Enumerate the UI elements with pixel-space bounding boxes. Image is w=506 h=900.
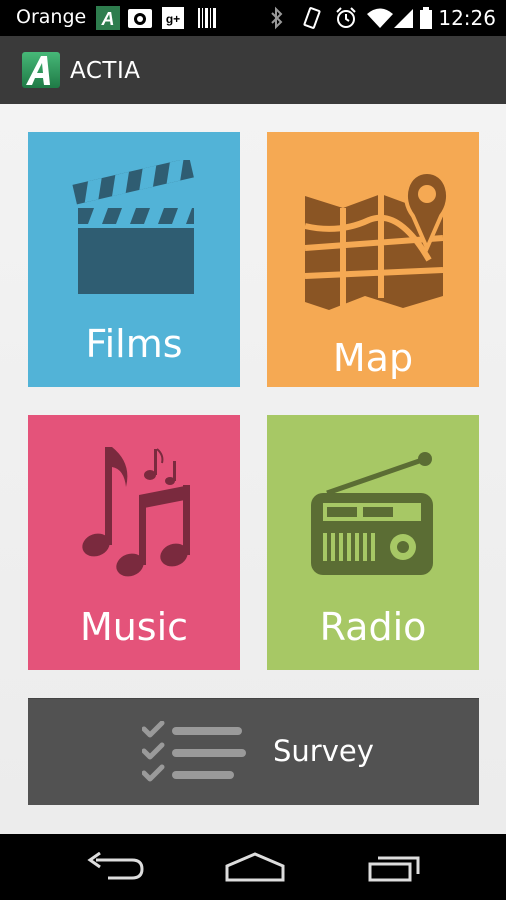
films-label: Films xyxy=(85,322,183,366)
radio-tile[interactable]: Radio xyxy=(267,415,479,670)
battery-icon xyxy=(420,7,432,29)
actia-notification-icon: A xyxy=(96,6,120,30)
music-tile[interactable]: Music xyxy=(28,415,240,670)
radio-icon xyxy=(311,452,433,575)
home-button[interactable] xyxy=(203,834,303,900)
survey-label: Survey xyxy=(273,734,374,768)
navigation-bar xyxy=(0,834,506,900)
actia-logo-icon xyxy=(22,52,60,88)
camera-notification-icon xyxy=(128,9,152,28)
vibrate-icon xyxy=(303,7,321,29)
signal-icon xyxy=(394,9,413,28)
map-tile[interactable]: Map xyxy=(267,132,479,387)
carrier-name: Orange xyxy=(16,6,87,28)
music-notes-icon xyxy=(82,447,190,577)
map-pin-icon xyxy=(304,169,449,310)
app-title: ACTIA xyxy=(70,58,141,84)
recent-apps-icon xyxy=(368,856,420,882)
back-icon xyxy=(87,852,144,880)
home-icon xyxy=(225,852,285,882)
checklist-icon xyxy=(142,721,246,782)
svg-text:A: A xyxy=(101,9,115,29)
radio-label: Radio xyxy=(319,605,427,649)
back-button[interactable] xyxy=(62,834,162,900)
films-tile[interactable]: Films xyxy=(28,132,240,387)
survey-button[interactable]: Survey xyxy=(28,698,479,805)
alarm-icon xyxy=(336,7,356,28)
status-clock: 12:26 xyxy=(438,6,496,30)
bluetooth-icon xyxy=(271,6,283,30)
barcode-notification-icon xyxy=(198,8,216,28)
wifi-icon xyxy=(367,8,393,28)
clapperboard-icon xyxy=(72,160,194,294)
recent-apps-button[interactable] xyxy=(344,834,444,900)
svg-text:g+: g+ xyxy=(166,12,180,26)
status-bar: Orange A g+ 12:26 xyxy=(0,0,506,36)
google-plus-notification-icon: g+ xyxy=(162,7,184,29)
music-label: Music xyxy=(79,605,189,649)
map-label: Map xyxy=(332,336,414,380)
